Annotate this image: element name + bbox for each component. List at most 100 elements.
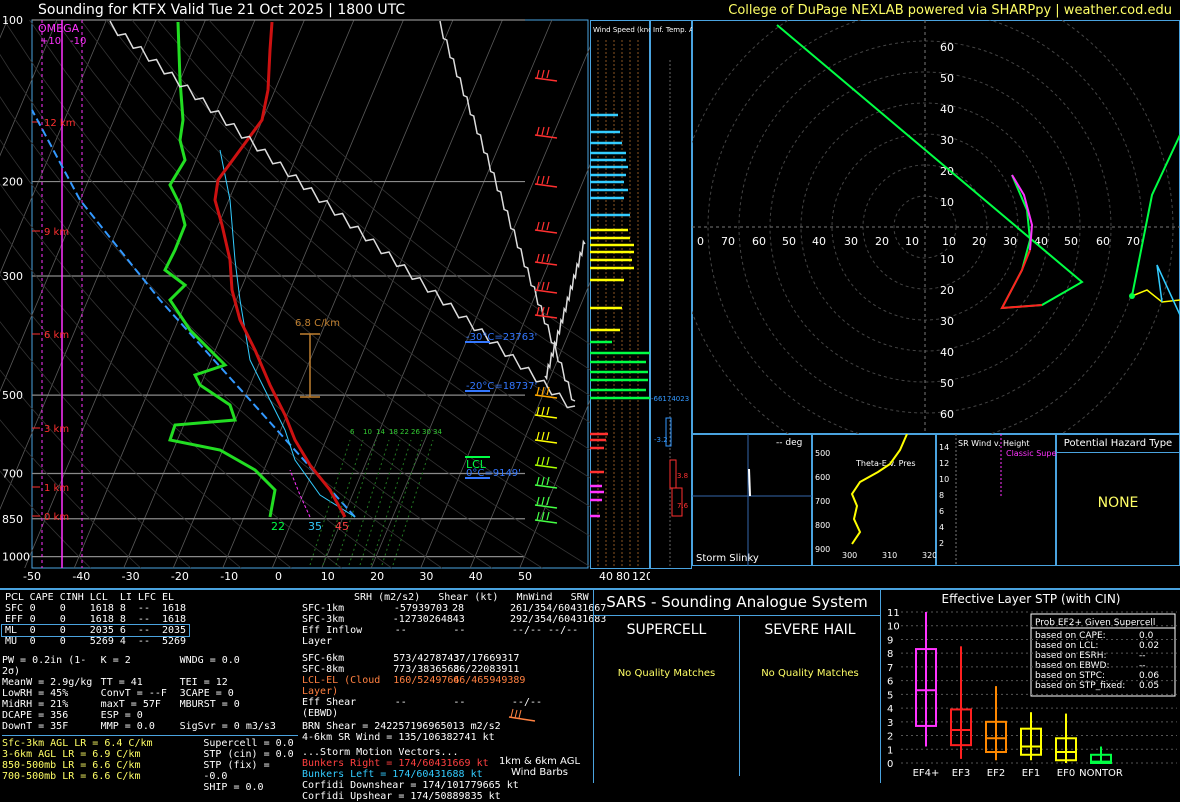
prob-value: -- — [1139, 661, 1146, 671]
stp-category: EF2 — [987, 768, 1005, 779]
th-lcl: LCL — [89, 592, 108, 603]
temp-axis-label: -20 — [171, 570, 189, 583]
temp-axis-label: -50 — [23, 570, 41, 583]
th-pcl: PCL — [5, 592, 24, 603]
index-line: Supercell = 0.0 — [203, 738, 294, 749]
temp-axis-label: -40 — [72, 570, 90, 583]
lapse-line: 850-500mb LR = 6.6 C/km — [2, 760, 141, 771]
pressure-label: 700 — [2, 468, 23, 481]
hodo-ring-label: 50 — [940, 377, 954, 390]
level-minus20: -20°C=18737' — [466, 381, 537, 392]
sfc-wetbulb-value: 35 — [308, 520, 322, 533]
hodo-ring-label: 40 — [940, 103, 954, 116]
pressure-label: 100 — [2, 14, 23, 27]
theta-e-panel: Theta-E v. Pres 500600700800900100030031… — [812, 434, 936, 566]
temp-axis-label: 30 — [419, 570, 433, 583]
dewpoint-trace — [163, 21, 277, 518]
lapse-line: Sfc-3km AGL LR = 6.4 C/km — [2, 738, 153, 749]
hodo-h-label: 30 — [844, 235, 858, 248]
th-el: EL — [161, 592, 175, 603]
sars-hail-msg: No Quality Matches — [761, 668, 859, 679]
stp-y-label: 8 — [887, 649, 893, 660]
kinematic-table: SRH (m2/s2) Shear (kt) MnWind SRW SFC-1k… — [302, 592, 607, 802]
sr-classic: Classic Supercell — [1006, 449, 1056, 458]
sars-panel: SARS - Sounding Analogue System SUPERCEL… — [593, 590, 881, 783]
prob-value: 0.05 — [1139, 681, 1159, 691]
stp-y-label: 6 — [887, 677, 893, 688]
hodo-h-label: 40 — [1034, 235, 1048, 248]
kin-barb-icon — [508, 708, 536, 722]
temp-adv-top: -66174023 — [651, 395, 689, 403]
kin-row: SFC-3km -127302648 43 292/354/60431683 — [302, 614, 607, 625]
stp-category: EF4+ — [913, 768, 940, 779]
thermo-line: PW = 0.2in (1-2σ) K = 2 WNDG = 0.0 — [2, 655, 240, 677]
omega-tick-minus: -10 — [70, 36, 86, 47]
prob-title: Prob EF2+ Given Supercell — [1035, 618, 1155, 628]
srw-h-label: 12 — [939, 459, 949, 468]
theta-x-label: 310 — [882, 551, 897, 560]
sars-supercell: SUPERCELL — [626, 622, 707, 638]
th-li: LI — [119, 592, 132, 603]
hodo-storm-marker — [1129, 293, 1135, 299]
stp-category: EF0 — [1057, 768, 1075, 779]
ws-axis-120: 120 — [632, 570, 650, 583]
hodo-ring-label: 20 — [940, 284, 954, 297]
temp-adv-v2: 3.8 — [677, 472, 688, 480]
prob-label: based on CAPE: — [1035, 631, 1106, 641]
lapse-line: 3-6km AGL LR = 6.9 C/km — [2, 749, 141, 760]
theta-x-label: 320 — [922, 551, 936, 560]
stp-y-label: 4 — [887, 704, 893, 715]
hodo-ring-label: 50 — [940, 72, 954, 85]
freezing-level-label: 0°C=9149' — [466, 468, 521, 479]
wind-speed-title: Wind Speed (knots) — [593, 26, 650, 34]
lapse-line: 700-500mb LR = 6.6 C/km — [2, 771, 141, 782]
mixratio-label: 14 — [376, 428, 385, 436]
srw-h-label: 4 — [939, 523, 944, 532]
kh-mnwind: MnWind — [516, 592, 553, 603]
hodo-h-label: 50 — [782, 235, 796, 248]
hodo-h-label: 10 — [905, 235, 919, 248]
thermo-row: MU 0 0 5269 4 -- 5269 — [5, 636, 187, 647]
hodo-h-label: 30 — [1003, 235, 1017, 248]
hazard-title: Potential Hazard Type — [1057, 438, 1179, 453]
prob-label: based on STPC: — [1035, 671, 1105, 681]
stp-y-label: 3 — [887, 718, 893, 729]
mixratio-label: 34 — [433, 428, 442, 436]
skewt-chart: OMEGA +10 -10 1002003005007008501000 -50… — [0, 14, 590, 583]
srw-h-label: 8 — [939, 491, 944, 500]
sars-supercell-msg: No Quality Matches — [617, 668, 716, 679]
mixratio-label: 30 — [422, 428, 431, 436]
level-minus30: -30°C=23763' — [466, 332, 537, 343]
hodo-trace-red — [1000, 249, 1043, 310]
mixratio-label: 26 — [411, 428, 420, 436]
slinky-title: Storm Slinky — [696, 553, 759, 564]
height-label: 9 km — [44, 227, 69, 238]
hodo-trace-green2 — [1131, 134, 1180, 297]
temp-adv-title: Inf. Temp. Adv. (C/hr) — [653, 26, 692, 34]
stp-y-label: 2 — [887, 732, 893, 743]
hodo-ring-label: 60 — [940, 408, 954, 421]
hodo-ring-label: 60 — [940, 41, 954, 54]
kin-barbs-label: 1km & 6km AGL Wind Barbs — [498, 756, 581, 778]
mixratio-label: 18 — [389, 428, 398, 436]
height-label: 6 km — [44, 330, 69, 341]
kin-corfidi-up: Corfidi Upshear = 174/50889835 kt — [302, 791, 501, 802]
mixratio-label: 6 — [350, 428, 355, 436]
kin-row: SFC-8km 773/3836568 36/22083911 — [302, 664, 520, 675]
slinky-deg: -- deg — [776, 438, 802, 448]
hodo-h-label: 0 — [697, 235, 704, 248]
temp-adv-v1: -3.2 — [654, 436, 668, 444]
mixratio-label: 10 — [363, 428, 372, 436]
hodo-trace-green — [776, 24, 1084, 310]
hodo-h-label: 70 — [721, 235, 735, 248]
hodo-ring-label: 40 — [940, 346, 954, 359]
height-label: 0 km — [44, 512, 69, 523]
stp-category: EF3 — [952, 768, 970, 779]
hodo-h-label: 20 — [972, 235, 986, 248]
pressure-label: 300 — [2, 270, 23, 283]
hodo-h-label: 40 — [812, 235, 826, 248]
prob-value: 0.06 — [1139, 671, 1159, 681]
index-line: SHIP = 0.0 — [203, 782, 264, 793]
th-cinh: CINH — [59, 592, 84, 603]
sr-wind-title: SR Wind v. Height — [958, 439, 1029, 448]
